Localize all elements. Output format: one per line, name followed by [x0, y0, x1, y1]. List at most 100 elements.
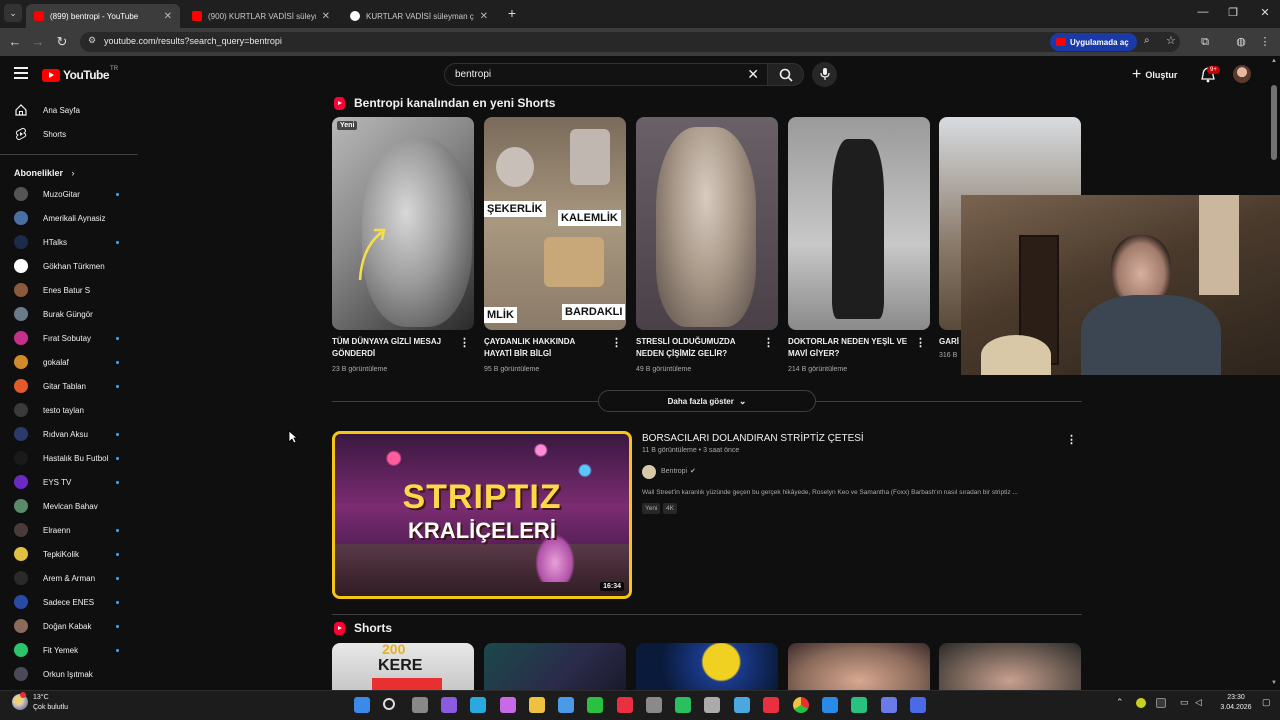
- hamburger-menu-icon[interactable]: [14, 67, 28, 79]
- forward-button[interactable]: →: [29, 34, 47, 50]
- scroll-down-icon[interactable]: ▼: [1271, 680, 1277, 686]
- short-title[interactable]: STRESLİ OLDUĞUMUZDA NEDEN ÇİŞİMİZ GELİR?: [636, 336, 756, 360]
- tray-app-icon[interactable]: [1136, 698, 1146, 708]
- xbox-icon[interactable]: [587, 697, 603, 713]
- sidebar-subscription-item[interactable]: Doğan Kabak: [0, 614, 138, 638]
- sidebar-subscription-item[interactable]: Fit Yemek: [0, 638, 138, 662]
- scrollbar-thumb[interactable]: [1271, 85, 1277, 160]
- tab-search-button[interactable]: ⌄: [4, 4, 22, 22]
- close-tab-icon[interactable]: ✕: [474, 11, 488, 22]
- minimize-window-button[interactable]: —: [1188, 6, 1218, 18]
- channel-name[interactable]: Bentropi: [661, 468, 687, 475]
- sidebar-subscription-item[interactable]: Enes Batur S: [0, 278, 138, 302]
- sidebar-subscription-item[interactable]: Fırat Sobutay: [0, 326, 138, 350]
- more-options-icon[interactable]: ⋮: [1066, 435, 1077, 446]
- vscode-icon[interactable]: [822, 697, 838, 713]
- search-query-text[interactable]: bentropi: [455, 69, 491, 80]
- sidebar-subscription-item[interactable]: Elraenn: [0, 518, 138, 542]
- omnibox[interactable]: ⚙ youtube.com/results?search_query=bentr…: [80, 32, 1180, 52]
- sidebar-subscription-item[interactable]: Orkun Işıtmak: [0, 662, 138, 686]
- profile-icon[interactable]: ◍: [1232, 34, 1250, 50]
- open-in-app-button[interactable]: Uygulamada aç: [1050, 33, 1137, 51]
- edge-icon[interactable]: [470, 697, 486, 713]
- task-view-icon[interactable]: [412, 697, 428, 713]
- clock-date[interactable]: 3.04.2026: [1214, 704, 1258, 711]
- short-title[interactable]: TÜM DÜNYAYA GİZLİ MESAJ GÖNDERDİ: [332, 336, 452, 360]
- short-title[interactable]: ÇAYDANLIK HAKKINDA HAYATİ BİR BİLGİ: [484, 336, 604, 360]
- start-icon[interactable]: [354, 697, 370, 713]
- network-icon[interactable]: ▭: [1180, 697, 1189, 708]
- search-input[interactable]: bentropi ✕: [444, 63, 768, 86]
- show-more-button[interactable]: Daha fazla göster ⌄: [598, 390, 816, 412]
- tab-bentropi-youtube[interactable]: (899) bentropi - YouTube ✕: [26, 4, 180, 28]
- winrar-icon[interactable]: [617, 697, 633, 713]
- usb-icon[interactable]: [704, 697, 720, 713]
- sidebar-subscription-item[interactable]: Mevlcan Bahav: [0, 494, 138, 518]
- page-scrollbar[interactable]: [1270, 85, 1278, 690]
- file-explorer-icon[interactable]: [529, 697, 545, 713]
- sidebar-subscription-item[interactable]: Sadece ENES: [0, 590, 138, 614]
- sidebar-subscription-item[interactable]: Burak Güngör: [0, 302, 138, 326]
- more-options-icon[interactable]: ⋮: [459, 338, 470, 349]
- short-thumbnail[interactable]: [788, 643, 930, 690]
- copilot-icon[interactable]: [500, 697, 516, 713]
- new-tab-button[interactable]: +: [503, 5, 521, 21]
- tab-kurtlar-vadisi-1[interactable]: (900) KURTLAR VADİSİ süleyman ✕: [184, 4, 338, 28]
- sidebar-subscription-item[interactable]: TepkiKolik: [0, 542, 138, 566]
- account-avatar[interactable]: [1233, 65, 1251, 83]
- restore-window-button[interactable]: ❐: [1218, 6, 1248, 19]
- sidebar-subscription-item[interactable]: Gitar Tablan: [0, 374, 138, 398]
- sidebar-item-shorts[interactable]: Shorts: [0, 122, 138, 146]
- url-text[interactable]: youtube.com/results?search_query=bentrop…: [104, 36, 282, 46]
- voice-search-button[interactable]: [812, 62, 837, 87]
- sidebar-item-home[interactable]: Ana Sayfa: [0, 98, 138, 122]
- channel-avatar[interactable]: [642, 465, 656, 479]
- back-button[interactable]: ←: [6, 34, 24, 50]
- media-player-icon[interactable]: [763, 697, 779, 713]
- store-icon[interactable]: [558, 697, 574, 713]
- sidebar-subscription-item[interactable]: Amerikali Aynasiz: [0, 206, 138, 230]
- short-thumbnail[interactable]: [636, 643, 778, 690]
- close-tab-icon[interactable]: ✕: [158, 11, 172, 22]
- bookmark-star-icon[interactable]: ☆: [1166, 34, 1176, 47]
- sidebar-subscription-item[interactable]: testo taylan: [0, 398, 138, 422]
- short-thumbnail[interactable]: [939, 643, 1081, 690]
- volume-icon[interactable]: ◁: [1195, 697, 1202, 708]
- short-thumbnail[interactable]: ŞEKERLİK KALEMLİK MLİK BARDAKLI: [484, 117, 626, 330]
- more-options-icon[interactable]: ⋮: [915, 338, 926, 349]
- short-title[interactable]: DOKTORLAR NEDEN YEŞİL VE MAVİ GİYER?: [788, 336, 908, 360]
- settings-icon[interactable]: [646, 697, 662, 713]
- clear-search-icon[interactable]: ✕: [747, 66, 759, 83]
- whatsapp-icon[interactable]: [675, 697, 691, 713]
- sidebar-subscription-item[interactable]: Rıdvan Aksu: [0, 422, 138, 446]
- reload-button[interactable]: ↻: [53, 34, 71, 50]
- discord-icon[interactable]: [881, 697, 897, 713]
- app-icon[interactable]: [910, 697, 926, 713]
- clock-time[interactable]: 23:30: [1216, 694, 1256, 701]
- video-title[interactable]: BORSACILARI DOLANDIRAN STRİPTİZ ÇETESİ: [642, 433, 864, 444]
- scroll-up-icon[interactable]: ▲: [1271, 58, 1277, 64]
- video-thumbnail[interactable]: STRIPTIZ KRALİÇELERİ 16:34: [332, 431, 632, 599]
- tray-chevron-icon[interactable]: ⌃: [1116, 697, 1124, 708]
- short-thumbnail[interactable]: [636, 117, 778, 330]
- terminal-icon[interactable]: [851, 697, 867, 713]
- notification-center-icon[interactable]: ▢: [1262, 697, 1271, 708]
- close-window-button[interactable]: ✕: [1250, 6, 1280, 19]
- search-icon[interactable]: [383, 698, 395, 710]
- sidebar-subscription-item[interactable]: Gökhan Türkmen: [0, 254, 138, 278]
- tab-kurtlar-vadisi-2[interactable]: KURTLAR VADİSİ süleyman çak ✕: [342, 4, 496, 28]
- zoom-icon[interactable]: ⌕: [1144, 35, 1150, 46]
- short-thumbnail[interactable]: [788, 117, 930, 330]
- extensions-icon[interactable]: ⧉: [1196, 34, 1214, 50]
- short-thumbnail[interactable]: [484, 643, 626, 690]
- tray-app-icon[interactable]: [1156, 698, 1166, 708]
- browser-menu-icon[interactable]: ⋮: [1256, 34, 1274, 50]
- short-thumbnail[interactable]: [332, 117, 474, 330]
- site-info-icon[interactable]: ⚙: [88, 35, 96, 46]
- sidebar-subscription-item[interactable]: Arem & Arman: [0, 566, 138, 590]
- close-tab-icon[interactable]: ✕: [316, 11, 330, 22]
- more-options-icon[interactable]: ⋮: [763, 338, 774, 349]
- create-button[interactable]: + Oluştur: [1132, 66, 1177, 84]
- sidebar-subscription-item[interactable]: HTalks: [0, 230, 138, 254]
- search-button[interactable]: [767, 63, 804, 86]
